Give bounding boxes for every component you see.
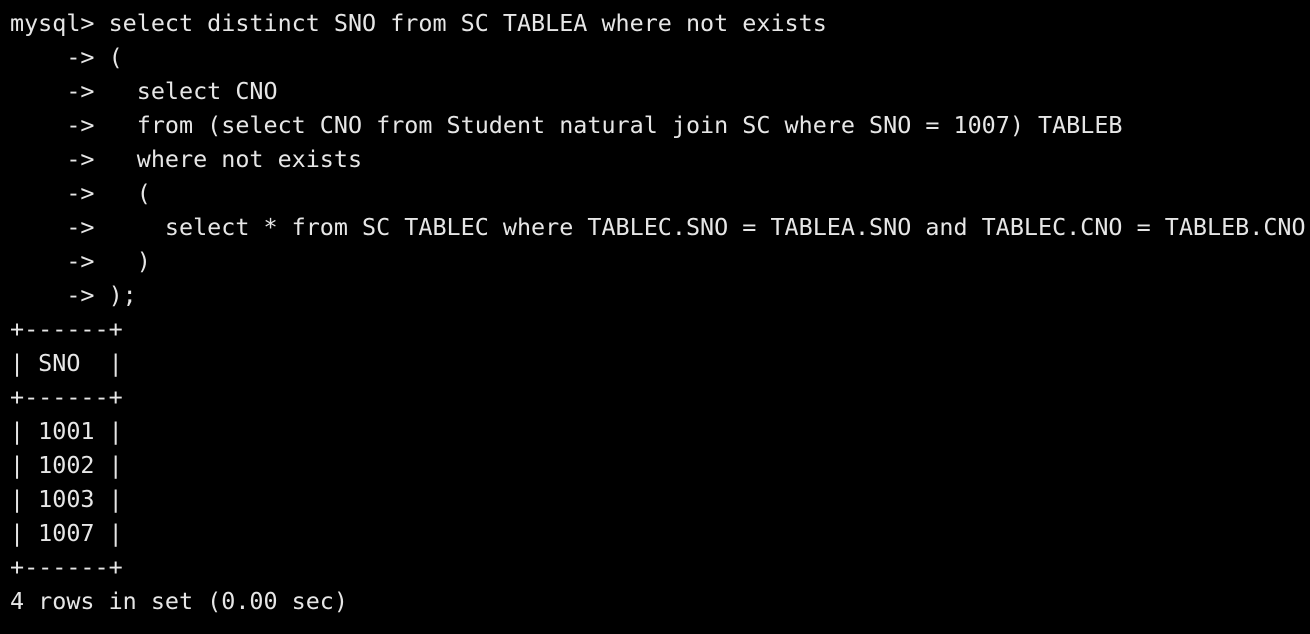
result-table-header: | SNO | (10, 349, 123, 377)
sql-prompt-line: mysql> select distinct SNO from SC TABLE… (10, 9, 827, 37)
result-table-row: | 1003 | (10, 485, 123, 513)
result-table-row: | 1001 | (10, 417, 123, 445)
result-table-border: +------+ (10, 383, 123, 411)
result-table-row: | 1007 | (10, 519, 123, 547)
sql-continuation-line: -> where not exists (10, 145, 363, 173)
result-table-row: | 1002 | (10, 451, 123, 479)
sql-continuation-line: -> ( (10, 43, 123, 71)
result-table-border: +------+ (10, 315, 123, 343)
result-summary: 4 rows in set (0.00 sec) (10, 587, 348, 615)
result-table-border: +------+ (10, 553, 123, 581)
sql-continuation-line: -> ) (10, 247, 151, 275)
terminal-window[interactable]: mysql> select distinct SNO from SC TABLE… (0, 0, 1310, 634)
sql-continuation-line: -> select * from SC TABLEC where TABLEC.… (10, 213, 1306, 241)
sql-continuation-line: -> ); (10, 281, 137, 309)
sql-continuation-line: -> select CNO (10, 77, 278, 105)
sql-continuation-line: -> ( (10, 179, 151, 207)
sql-continuation-line: -> from (select CNO from Student natural… (10, 111, 1123, 139)
